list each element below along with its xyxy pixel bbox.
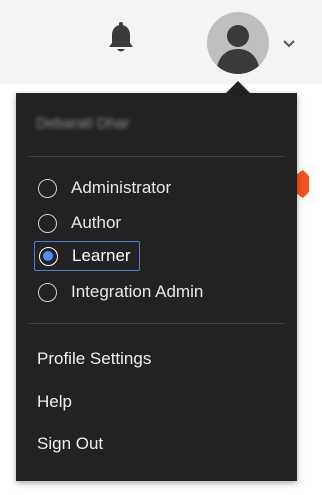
role-option-learner[interactable]: Learner xyxy=(34,241,140,271)
bell-icon[interactable] xyxy=(105,22,137,56)
username-label: Debarati Dhar xyxy=(36,115,130,132)
role-label: Integration Admin xyxy=(71,282,204,301)
role-option-author[interactable]: Author xyxy=(34,208,129,238)
role-option-integration-admin[interactable]: Integration Admin xyxy=(34,277,211,307)
sign-out-link[interactable]: Sign Out xyxy=(37,434,103,454)
radio-unchecked-icon xyxy=(38,282,57,302)
divider xyxy=(28,323,285,324)
radio-checked-icon xyxy=(39,246,58,266)
profile-settings-link[interactable]: Profile Settings xyxy=(37,349,151,369)
background-accent-shape xyxy=(297,170,309,198)
user-avatar-icon[interactable] xyxy=(207,12,269,74)
role-label: Learner xyxy=(72,246,131,265)
role-label: Administrator xyxy=(71,178,172,197)
divider xyxy=(28,156,285,157)
user-dropdown-menu: Debarati Dhar Administrator Author Learn… xyxy=(16,93,297,481)
dropdown-caret xyxy=(226,81,250,93)
top-header xyxy=(0,0,322,84)
role-option-administrator[interactable]: Administrator xyxy=(34,173,179,203)
role-label: Author xyxy=(71,213,122,232)
chevron-down-icon[interactable] xyxy=(282,36,296,48)
radio-unchecked-icon xyxy=(38,178,57,198)
help-link[interactable]: Help xyxy=(37,392,72,412)
radio-unchecked-icon xyxy=(38,213,57,233)
